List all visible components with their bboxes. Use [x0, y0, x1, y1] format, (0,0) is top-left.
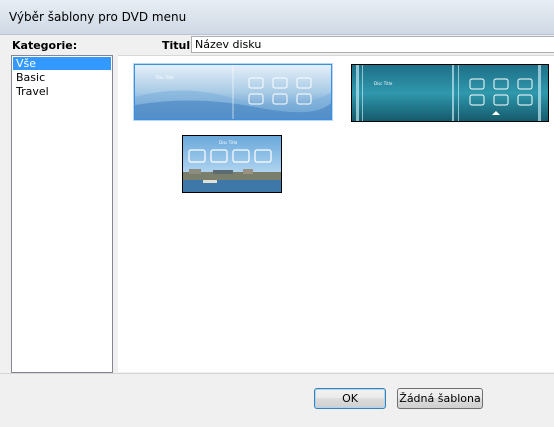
template-travel-harbor[interactable]: Disc Title: [182, 135, 282, 193]
template-travel-preview: Disc Title: [183, 136, 281, 192]
template-gallery: Title Title Disc Title Disc Title: [118, 55, 554, 372]
thumb-title-text: Disc Title: [219, 140, 238, 145]
categories-label: Kategorie:: [12, 39, 78, 52]
template-light-blue-preview: Title Title: [135, 65, 331, 119]
disc-title-input[interactable]: [191, 36, 554, 53]
categories-list[interactable]: Vše Basic Travel: [11, 55, 113, 373]
window-title: Výběr šablony pro DVD menu: [9, 10, 187, 24]
dialog-footer: OK Žádná šablona: [0, 374, 554, 427]
dialog-body: Kategorie: Vše Basic Travel Titul: Název…: [8, 35, 554, 373]
category-item-all[interactable]: Vše: [13, 57, 111, 70]
category-item-travel[interactable]: Travel: [13, 85, 111, 98]
thumb-title-text: Disc Title: [374, 81, 393, 86]
ok-button[interactable]: OK: [314, 388, 386, 409]
category-item-basic[interactable]: Basic: [13, 71, 111, 84]
template-teal[interactable]: Disc Title: [351, 64, 549, 122]
thumb-title-text: Title Title: [154, 75, 174, 80]
title-bar: Výběr šablony pro DVD menu: [0, 0, 554, 35]
disc-title-label: Titul:: [162, 39, 195, 52]
template-teal-preview: Disc Title: [352, 65, 548, 121]
no-template-button[interactable]: Žádná šablona: [397, 388, 483, 409]
template-light-blue[interactable]: Title Title: [134, 64, 332, 120]
